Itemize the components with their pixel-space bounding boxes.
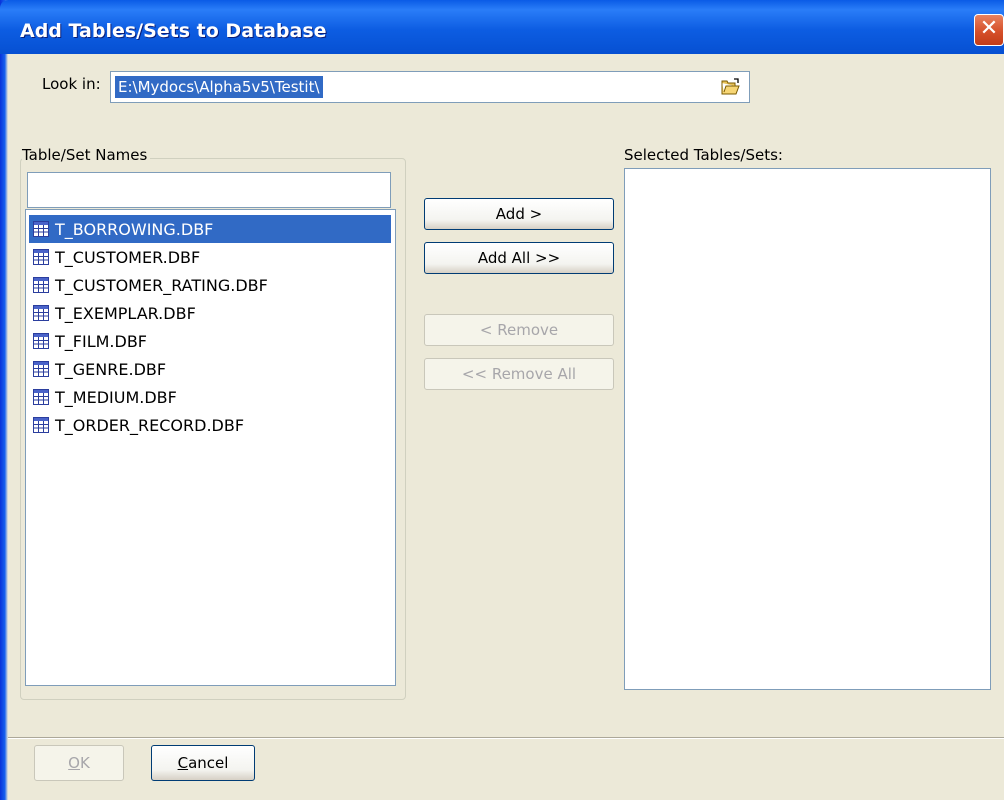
close-button[interactable]: ✕ <box>974 14 1004 46</box>
remove-all-button[interactable]: << Remove All <box>424 358 614 390</box>
list-item-label: T_GENRE.DBF <box>55 359 167 379</box>
selected-tables-label: Selected Tables/Sets: <box>624 146 783 164</box>
selected-tables-list[interactable] <box>624 168 991 690</box>
table-icon <box>33 305 49 321</box>
available-tables-list[interactable]: T_BORROWING.DBF T_CUSTOMER.DBF T_CUSTOME… <box>25 209 396 686</box>
table-icon <box>33 277 49 293</box>
list-item-label: T_BORROWING.DBF <box>55 219 214 239</box>
list-item-label: T_ORDER_RECORD.DBF <box>55 415 245 435</box>
remove-button[interactable]: < Remove <box>424 314 614 346</box>
table-names-label: Table/Set Names <box>22 146 151 164</box>
table-icon <box>33 333 49 349</box>
list-item[interactable]: T_BORROWING.DBF <box>29 215 391 243</box>
cancel-button[interactable]: Cancel <box>151 745 255 781</box>
cancel-mnemonic: C <box>177 754 189 772</box>
ok-label-rest: K <box>79 754 90 772</box>
add-all-button[interactable]: Add All >> <box>424 242 614 274</box>
ok-button[interactable]: OK <box>34 745 124 781</box>
list-item-label: T_EXEMPLAR.DBF <box>55 303 196 323</box>
list-item[interactable]: T_ORDER_RECORD.DBF <box>29 411 391 439</box>
look-in-path[interactable]: E:\Mydocs\Alpha5v5\Testit\ <box>115 76 323 98</box>
title-bar[interactable]: Add Tables/Sets to Database ✕ <box>0 0 1004 54</box>
table-icon <box>33 361 49 377</box>
footer-divider <box>8 737 1004 739</box>
list-item-label: T_CUSTOMER.DBF <box>55 247 201 267</box>
filter-input[interactable] <box>27 172 391 208</box>
list-item[interactable]: T_FILM.DBF <box>29 327 391 355</box>
list-item-label: T_CUSTOMER_RATING.DBF <box>55 275 268 295</box>
list-item-label: T_MEDIUM.DBF <box>55 387 177 407</box>
table-icon <box>33 389 49 405</box>
open-folder-icon[interactable] <box>721 78 741 96</box>
window-frame <box>0 0 8 800</box>
window-title: Add Tables/Sets to Database <box>20 20 327 42</box>
list-item[interactable]: T_EXEMPLAR.DBF <box>29 299 391 327</box>
list-item-label: T_FILM.DBF <box>55 331 147 351</box>
look-in-field[interactable]: E:\Mydocs\Alpha5v5\Testit\ <box>110 71 750 103</box>
list-item[interactable]: T_MEDIUM.DBF <box>29 383 391 411</box>
table-icon <box>33 221 49 237</box>
ok-mnemonic: O <box>68 754 80 772</box>
list-item[interactable]: T_CUSTOMER_RATING.DBF <box>29 271 391 299</box>
cancel-label-rest: ancel <box>188 754 229 772</box>
look-in-label: Look in: <box>42 75 101 93</box>
table-icon <box>33 249 49 265</box>
list-item[interactable]: T_GENRE.DBF <box>29 355 391 383</box>
add-button[interactable]: Add > <box>424 198 614 230</box>
list-item[interactable]: T_CUSTOMER.DBF <box>29 243 391 271</box>
table-icon <box>33 417 49 433</box>
close-icon: ✕ <box>979 16 999 41</box>
